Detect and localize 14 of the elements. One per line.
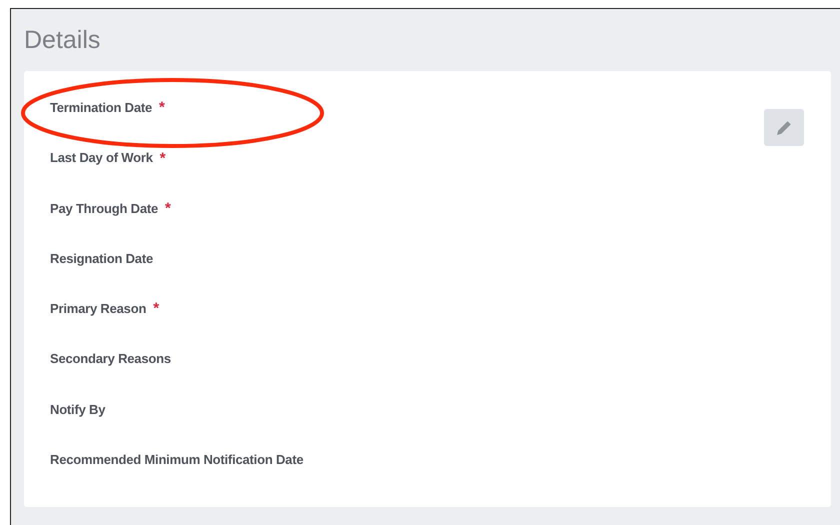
field-label: Notify By <box>50 400 106 419</box>
field-label: Primary Reason <box>50 300 146 318</box>
section-title: Details <box>24 25 102 55</box>
field-label: Secondary Reasons <box>50 350 171 368</box>
field-label: Recommended Minimum Notification Date <box>50 451 304 470</box>
field-label: Resignation Date <box>50 250 153 268</box>
field-label: Pay Through Date <box>50 200 158 218</box>
edit-button[interactable] <box>764 109 804 146</box>
required-mark: * <box>160 150 166 166</box>
field-label: Termination Date <box>50 99 152 117</box>
required-mark: * <box>159 100 165 116</box>
field-label: Last Day of Work <box>50 149 153 168</box>
required-mark: * <box>153 301 160 316</box>
required-mark: * <box>165 200 171 216</box>
